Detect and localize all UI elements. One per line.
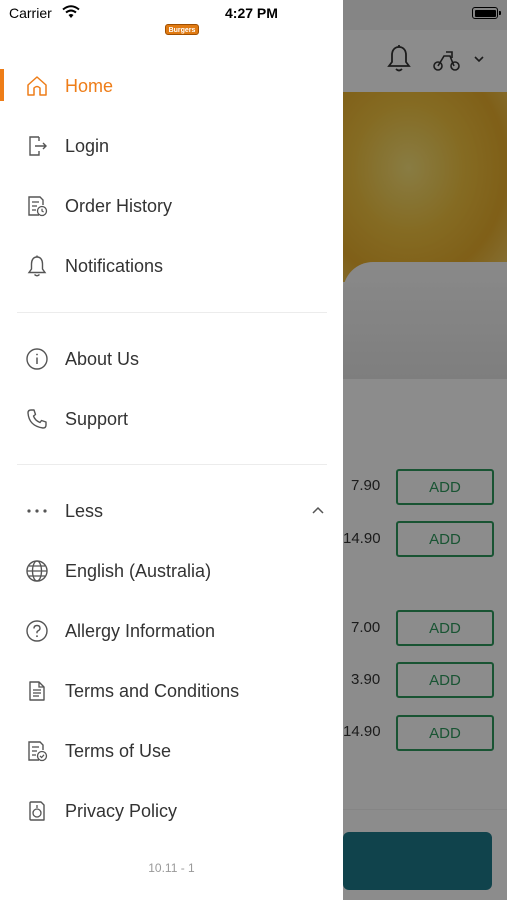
document-check-icon [24,738,50,764]
carrier-label: Carrier [9,5,52,21]
menu-item-label: Privacy Policy [65,800,178,821]
menu-item-notifications[interactable]: Notifications [0,240,343,292]
app-version: 10.11 - 1 [148,861,195,875]
status-time: 4:27 PM [225,5,278,21]
login-icon [24,133,50,159]
info-icon [24,346,50,372]
menu-item-order-history[interactable]: Order History [0,180,343,232]
menu-item-less[interactable]: Less [0,485,343,537]
menu-item-login[interactable]: Login [0,120,343,172]
menu-item-label: About Us [65,348,140,369]
menu-item-allergy[interactable]: Allergy Information [0,605,343,657]
section-divider [17,312,327,313]
order-history-icon [24,193,50,219]
bell-icon [24,253,50,279]
status-bar: Carrier 4:27 PM [0,0,507,28]
home-icon [24,73,50,99]
more-dots-icon [24,498,50,524]
menu-item-about-us[interactable]: About Us [0,333,343,385]
menu-item-label: Order History [65,195,173,216]
menu-item-label: Support [65,408,129,429]
menu-item-label: Home [65,75,114,96]
wifi-icon [62,5,80,19]
question-icon [24,618,50,644]
menu-item-terms-of-use[interactable]: Terms of Use [0,725,343,777]
globe-icon [24,558,50,584]
menu-item-label: Terms and Conditions [65,680,240,701]
section-divider [17,464,327,465]
menu-item-privacy-policy[interactable]: Privacy Policy [0,785,343,837]
document-icon [24,678,50,704]
battery-icon [472,7,501,19]
menu-item-label: Allergy Information [65,620,216,641]
menu-item-label: Notifications [65,255,164,276]
side-drawer: Burgers Home Login Order History Notific… [0,0,343,900]
phone-icon [24,406,50,432]
menu-item-support[interactable]: Support [0,393,343,445]
menu-item-language[interactable]: English (Australia) [0,545,343,597]
menu-item-terms-conditions[interactable]: Terms and Conditions [0,665,343,717]
menu-item-home[interactable]: Home [0,60,343,112]
menu-item-label: Login [65,135,110,156]
menu-item-label: Terms of Use [65,740,172,761]
privacy-icon [24,798,50,824]
menu-item-label: English (Australia) [65,560,212,581]
menu-item-label: Less [65,500,104,521]
chevron-up-icon[interactable] [310,503,326,519]
